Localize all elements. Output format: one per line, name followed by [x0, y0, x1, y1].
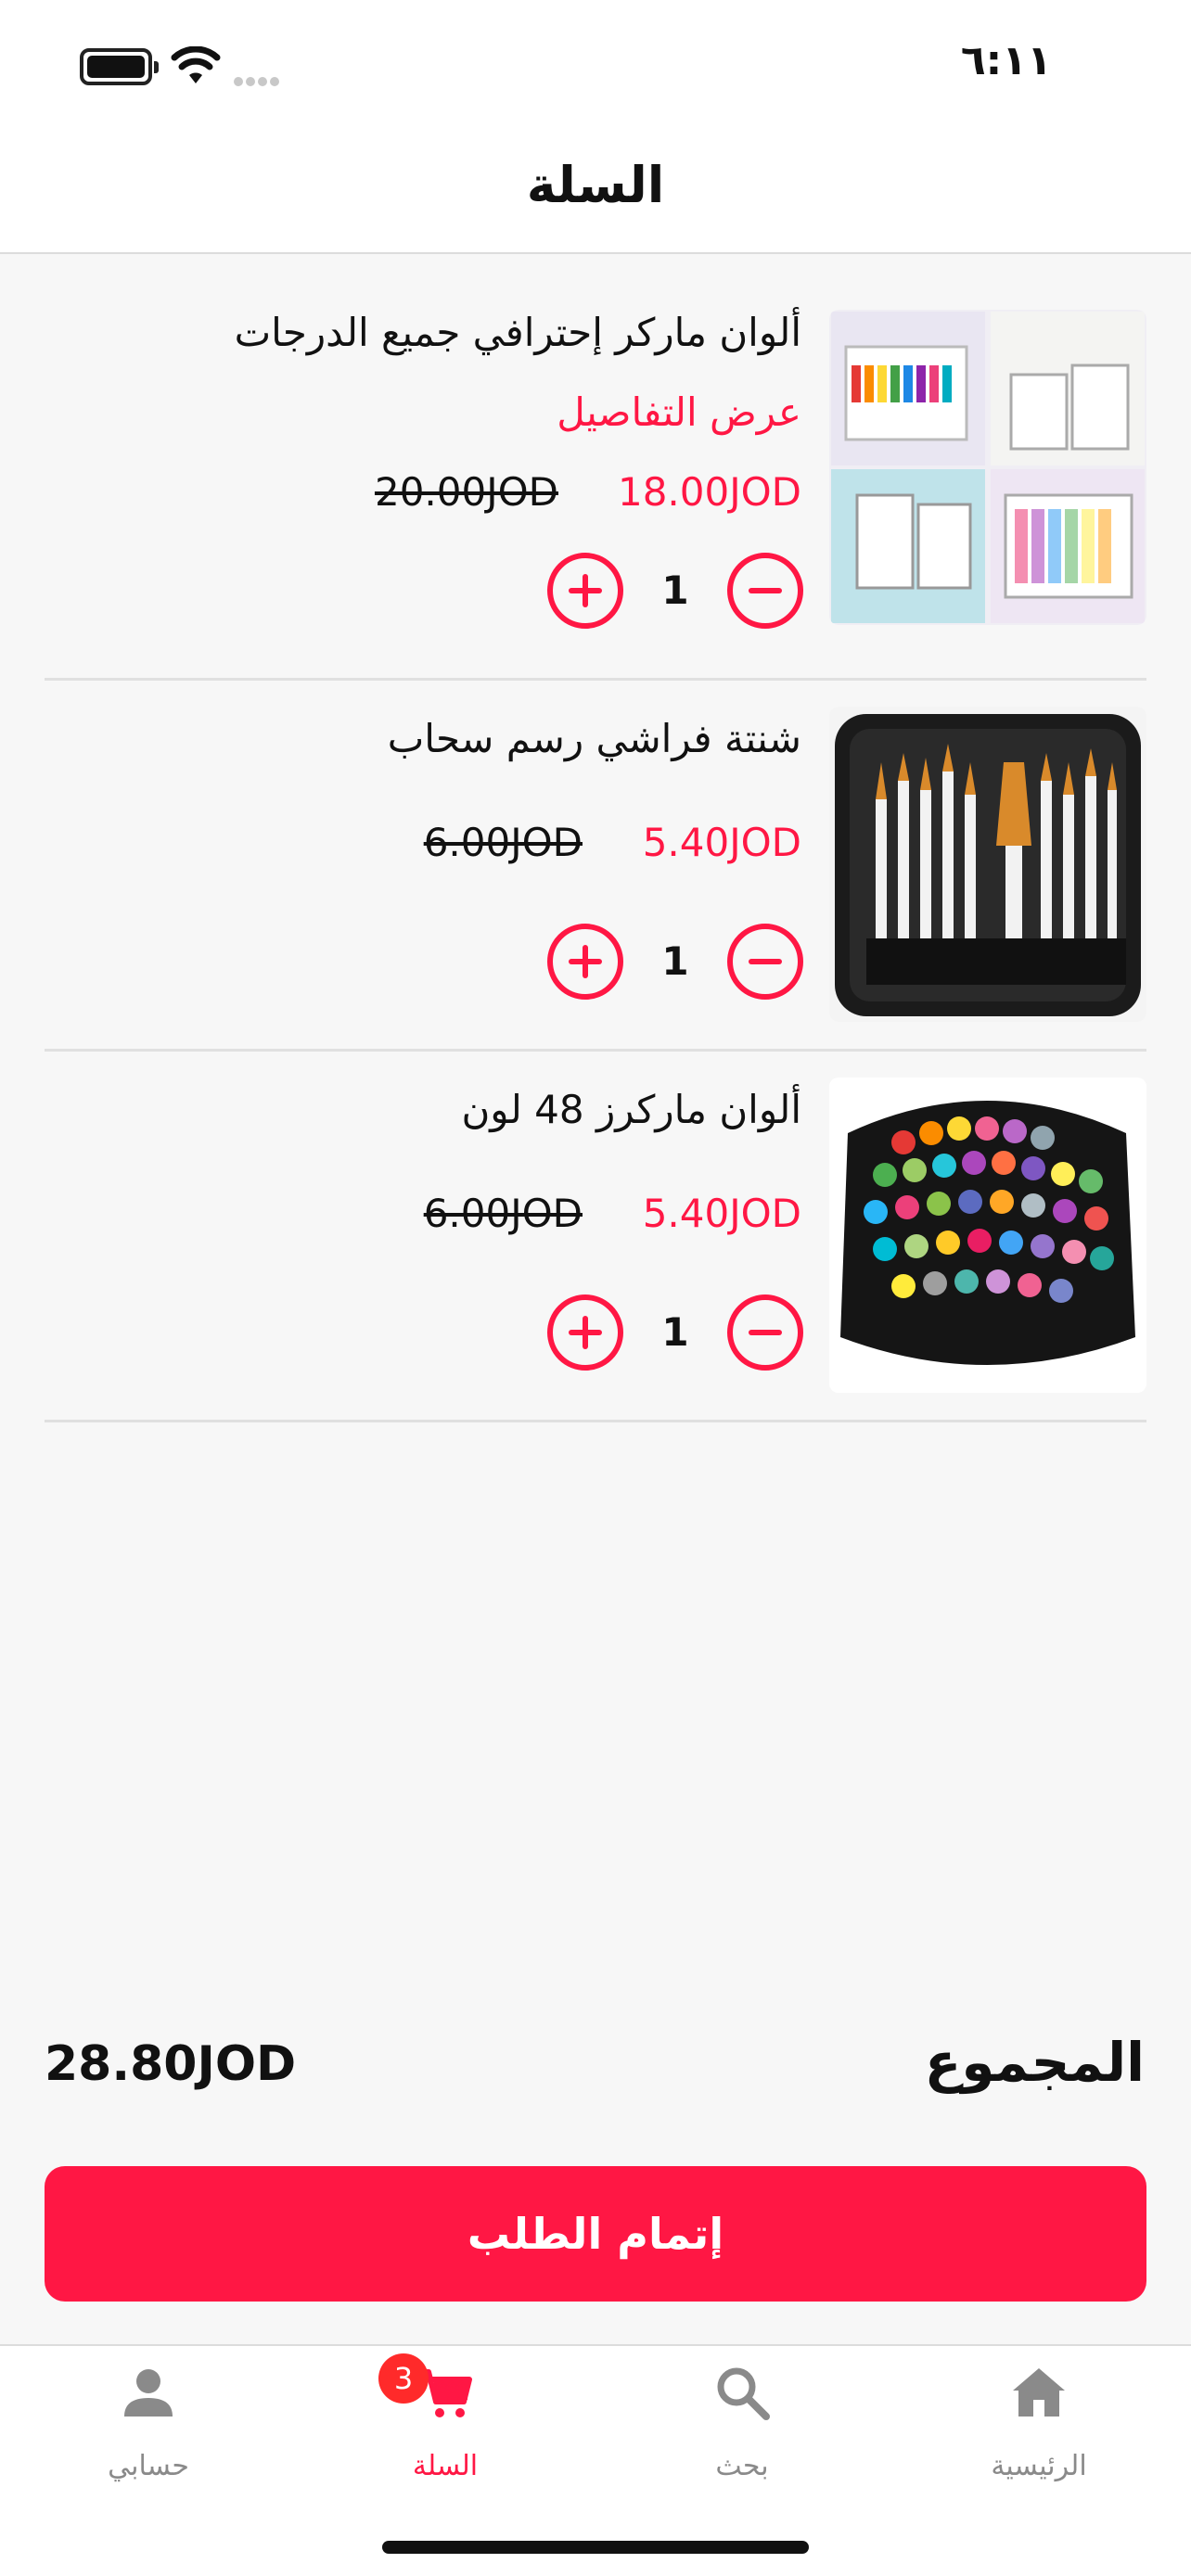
view-details-link[interactable]: عرض التفاصيل [557, 389, 801, 435]
increase-quantity-button[interactable] [547, 553, 623, 629]
item-quantity: 1 [661, 938, 689, 984]
markers-48-image[interactable] [829, 1078, 1146, 1393]
decrease-quantity-button[interactable] [727, 924, 803, 1000]
nav-item-cart[interactable]: 3 السلة [297, 2346, 594, 2531]
person-icon [124, 2369, 173, 2417]
home-icon [1013, 2368, 1065, 2417]
cart-item: ألوان ماركرز 48 لون 5.40JOD 6.00JOD 1 [45, 1052, 1146, 1422]
item-price: 5.40JOD [642, 820, 801, 865]
wifi-icon [171, 46, 221, 83]
decrease-quantity-button[interactable] [727, 1294, 803, 1371]
status-bar: ٦:١١ [0, 0, 1191, 130]
nav-item-account[interactable]: حسابي [0, 2346, 297, 2531]
item-title: ألوان ماركرز 48 لون [461, 1087, 801, 1132]
search-icon [717, 2367, 770, 2420]
total-label: المجموع [924, 2031, 1145, 2094]
item-old-price: 6.00JOD [423, 820, 583, 865]
home-indicator [382, 2541, 809, 2554]
nav-label-account: حسابي [108, 2450, 189, 2482]
battery-icon [80, 48, 159, 85]
nav-label-search: بحث [715, 2450, 769, 2482]
header: السلة [0, 130, 1191, 254]
total-value: 28.80JOD [45, 2036, 297, 2092]
item-old-price: 6.00JOD [423, 1191, 583, 1236]
cart-item: ألوان ماركر إحترافي جميع الدرجات عرض الت… [45, 256, 1146, 681]
marker-sets-image[interactable] [829, 310, 1146, 625]
cellular-signal-icon [234, 72, 291, 86]
nav-item-home[interactable]: الرئيسية [890, 2346, 1187, 2531]
increase-quantity-button[interactable] [547, 924, 623, 1000]
item-price: 5.40JOD [642, 1191, 801, 1236]
page-title: السلة [526, 156, 665, 214]
decrease-quantity-button[interactable] [727, 553, 803, 629]
nav-label-home: الرئيسية [991, 2450, 1087, 2482]
increase-quantity-button[interactable] [547, 1294, 623, 1371]
status-time: ٦:١١ [960, 37, 1052, 84]
checkout-button[interactable]: إتمام الطلب [45, 2166, 1146, 2302]
item-title: شنتة فراشي رسم سحاب [387, 716, 801, 761]
nav-label-cart: السلة [412, 2450, 479, 2482]
brush-case-image[interactable] [829, 707, 1146, 1022]
item-title: ألوان ماركر إحترافي جميع الدرجات [234, 310, 801, 355]
cart-item: شنتة فراشي رسم سحاب 5.40JOD 6.00JOD 1 [45, 681, 1146, 1052]
cart-badge: 3 [378, 2353, 429, 2404]
cart-list: ألوان ماركر إحترافي جميع الدرجات عرض الت… [45, 256, 1146, 1422]
item-old-price: 20.00JOD [374, 469, 558, 515]
item-quantity: 1 [661, 1309, 689, 1355]
item-price: 18.00JOD [617, 469, 801, 515]
nav-item-search[interactable]: بحث [594, 2346, 890, 2531]
item-quantity: 1 [661, 567, 689, 613]
